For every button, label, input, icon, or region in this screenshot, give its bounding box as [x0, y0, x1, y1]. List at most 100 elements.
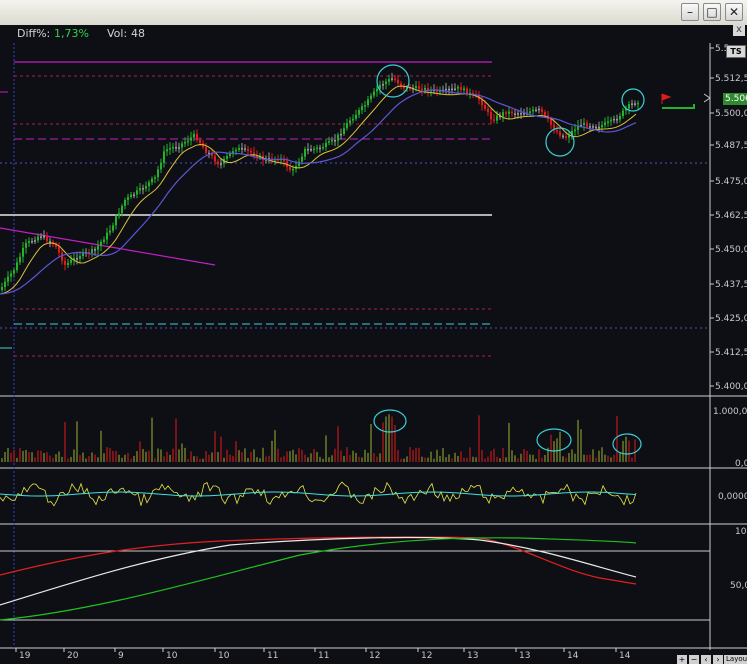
candle-body	[148, 182, 150, 187]
candle-body	[163, 151, 165, 163]
candle-body	[307, 148, 309, 151]
candle-body	[100, 241, 102, 246]
candle-body	[1, 287, 3, 290]
volume-axis-label: 0,0	[735, 459, 747, 469]
candle-body	[601, 125, 603, 128]
candle-body	[220, 163, 222, 166]
trading-chart-window: – □ ✕ Diff%: 1,73% Vol: 48 x 5.5 5.512,5 5…	[0, 0, 747, 664]
candle-body	[562, 135, 564, 138]
candle-body	[25, 242, 27, 248]
candle-body	[316, 147, 318, 150]
candle-body	[142, 188, 144, 190]
candle-body	[361, 106, 363, 110]
candle-body	[355, 114, 357, 119]
candle-body	[352, 118, 354, 121]
candle-body	[376, 88, 378, 92]
candle-body	[244, 148, 246, 150]
candle-body	[586, 122, 588, 127]
candle-body	[538, 108, 540, 111]
candle-body	[46, 235, 48, 242]
time-axis-label: 10	[166, 651, 178, 661]
candle-body	[607, 121, 609, 123]
candle-body	[34, 240, 36, 242]
candle-body	[331, 139, 333, 142]
candle-body	[121, 205, 123, 214]
candle-body	[151, 178, 153, 183]
candle-body	[127, 196, 129, 200]
candle-body	[79, 255, 81, 259]
candle-body	[289, 167, 291, 171]
candle-body	[16, 262, 18, 271]
candle-body	[532, 109, 534, 112]
candle-body	[583, 122, 585, 125]
candle-body	[505, 112, 507, 114]
time-axis-label: 12	[369, 651, 380, 661]
candle-body	[157, 169, 159, 178]
candle-body	[313, 148, 315, 151]
candle-body	[49, 241, 51, 243]
candle-body	[346, 123, 348, 129]
candle-body	[388, 79, 390, 82]
candle-body	[358, 109, 360, 115]
price-pointer	[703, 93, 711, 103]
time-axis-label: 14	[567, 651, 579, 661]
price-axis-label: 5.425,0	[715, 314, 747, 324]
candle-body	[10, 273, 12, 277]
time-axis-label: 11	[267, 651, 278, 661]
price-axis-label: 5.475,0	[715, 177, 747, 187]
time-axis-label: 19	[19, 651, 31, 661]
candle-body	[610, 119, 612, 122]
red-flag-marker	[661, 93, 672, 104]
candle-body	[112, 225, 114, 231]
candle-body	[328, 141, 330, 143]
ts-button[interactable]: TS	[726, 45, 746, 58]
candle-body	[514, 113, 516, 115]
zoom-in-button[interactable]: +	[677, 655, 687, 664]
candle-body	[136, 190, 138, 195]
candle-body	[106, 232, 108, 240]
candle-body	[559, 131, 561, 136]
candle-body	[445, 88, 447, 91]
candle-body	[529, 111, 531, 114]
candle-body	[463, 88, 465, 91]
candle-body	[421, 88, 423, 91]
candle-body	[574, 129, 576, 132]
candle-body	[235, 149, 237, 152]
green-level-marker	[662, 104, 695, 109]
candle-body	[97, 245, 99, 250]
candle-body	[124, 199, 126, 206]
candle-body	[322, 147, 324, 149]
candle-body	[634, 103, 636, 105]
candle-body	[337, 134, 339, 141]
candle-body	[493, 119, 495, 121]
time-axis-label: 20	[67, 651, 79, 661]
candle-body	[454, 88, 456, 91]
layout-label[interactable]: Layout	[724, 655, 747, 664]
candle-body	[556, 130, 558, 132]
price-axis-label: 5.400,0	[715, 382, 747, 392]
candle-body	[520, 113, 522, 115]
candle-body	[7, 276, 9, 282]
candle-body	[370, 95, 372, 100]
candle-body	[64, 260, 66, 265]
candle-body	[28, 241, 30, 243]
last-price-tag: 5.506,0	[723, 93, 747, 105]
scroll-left-button[interactable]: ‹	[701, 655, 711, 664]
candle-body	[385, 81, 387, 85]
candle-body	[550, 119, 552, 125]
candle-body	[349, 120, 351, 124]
candle-body	[418, 86, 420, 89]
candle-body	[193, 133, 195, 138]
candle-body	[19, 256, 21, 263]
stoch-red-line	[0, 536, 637, 585]
candle-body	[196, 133, 198, 140]
highlight-circle	[376, 64, 410, 98]
scroll-right-button[interactable]: ›	[713, 655, 723, 664]
candle-body	[91, 249, 93, 253]
price-chart[interactable]: 5.55.512,55.500,05.487,55.475,05.462,55.…	[0, 0, 747, 664]
candle-body	[310, 148, 312, 151]
time-axis-label: 9	[118, 651, 124, 661]
zoom-out-button[interactable]: −	[689, 655, 699, 664]
candle-body	[247, 148, 249, 151]
candle-body	[217, 161, 219, 165]
